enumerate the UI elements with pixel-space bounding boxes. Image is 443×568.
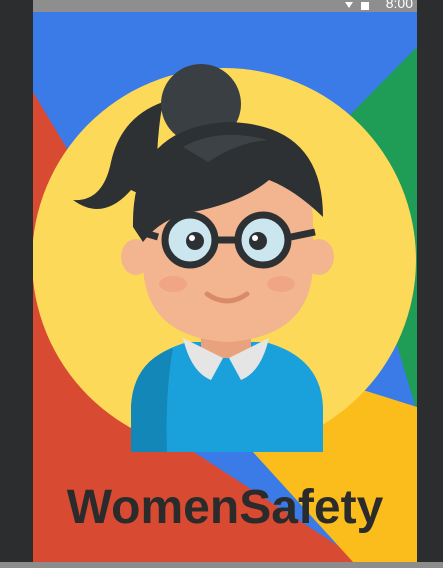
- bottom-edge: [0, 562, 443, 568]
- status-bar: 8:00: [33, 0, 417, 12]
- eye-left-shine: [189, 235, 195, 241]
- app-name: WomenSafety: [66, 481, 384, 534]
- app-screen: 8:00 WomenSafety: [33, 0, 417, 562]
- device-frame: 8:00 WomenSafety: [0, 0, 443, 568]
- status-icons: [345, 2, 369, 10]
- eye-left: [186, 232, 204, 250]
- eye-right-shine: [252, 235, 258, 241]
- eye-right: [249, 232, 267, 250]
- status-time: 8:00: [385, 0, 413, 11]
- battery-icon: [361, 2, 369, 10]
- wifi-icon: [345, 2, 353, 8]
- glasses-temple-right: [290, 228, 316, 241]
- cheek-left: [159, 276, 187, 292]
- glasses-temple-left: [140, 228, 159, 241]
- cheek-right: [267, 276, 295, 292]
